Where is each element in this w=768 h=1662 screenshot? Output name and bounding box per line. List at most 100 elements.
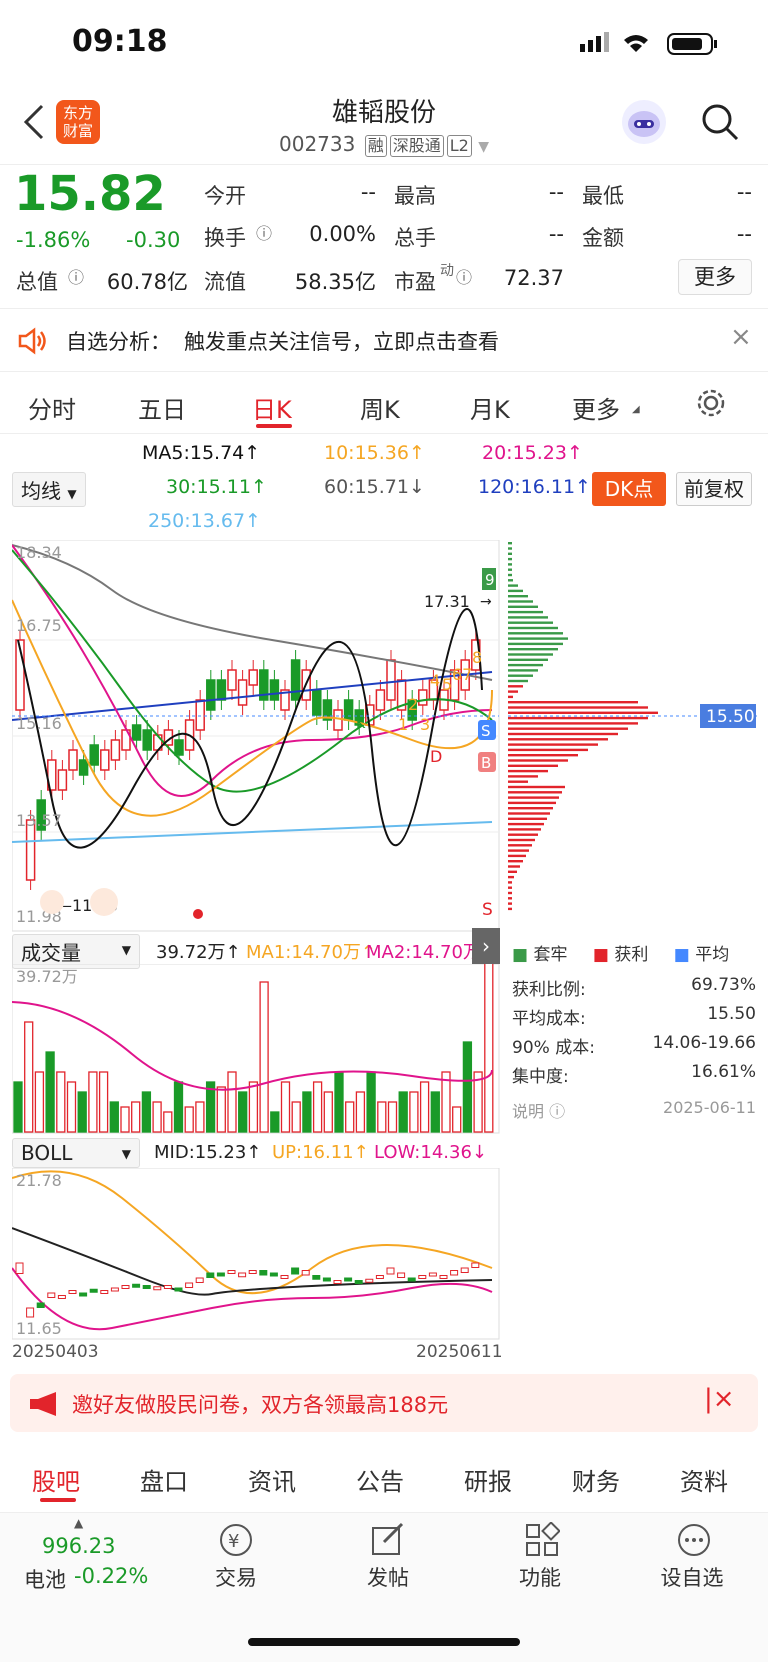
post-label[interactable]: 发帖 (338, 1562, 438, 1592)
replay-icon[interactable] (90, 888, 118, 916)
tag-l2: L2 (446, 135, 472, 157)
robot-assistant-icon[interactable] (622, 100, 666, 144)
status-time: 09:18 (72, 24, 168, 59)
mcap-value: 60.78亿 (106, 270, 188, 294)
turnover-label: 换手 (204, 226, 246, 250)
tab-finance[interactable]: 财务 (572, 1462, 620, 1497)
tab-more[interactable]: 更多 (572, 390, 620, 425)
chip-date: 2025-06-11 (663, 1098, 756, 1117)
ma10-label: 10:15.36↑ (324, 442, 425, 464)
cost90-label: 90% 成本: (512, 1038, 595, 1058)
tab-weekly-k[interactable]: 周K (360, 390, 400, 425)
peak-label: 17.31 (424, 592, 470, 611)
functions-label[interactable]: 功能 (490, 1562, 590, 1592)
cost-badge-value: 15.50 (706, 707, 755, 727)
trade-icon[interactable]: ¥ (218, 1522, 254, 1558)
boll-selector-label: BOLL (21, 1141, 73, 1165)
vol-ma1-label: MA1:14.70万↑ (246, 942, 376, 963)
float-value: 58.35亿 (294, 270, 376, 294)
chevron-right-icon[interactable]: › (472, 928, 500, 964)
chip-distribution: 15.50 (508, 542, 758, 911)
boll-chart: 21.78 11.65 (12, 1168, 500, 1340)
adjust-button[interactable]: 前复权 (676, 472, 752, 506)
date-start: 20250403 (12, 1342, 99, 1362)
index-change: -0.22% (74, 1564, 149, 1588)
tab-five-day[interactable]: 五日 (138, 390, 186, 425)
more-button[interactable]: 更多 (678, 259, 752, 295)
tab-daily-k[interactable]: 日K (252, 390, 292, 425)
chip-note[interactable]: 说明 ⓘ (512, 1098, 565, 1122)
concentration-value: 16.61% (691, 1062, 756, 1082)
marker-b: B (481, 754, 491, 772)
trade-label[interactable]: 交易 (186, 1562, 286, 1592)
ma30-label: 30:15.11↑ (166, 476, 267, 498)
amount-value: -- (736, 222, 752, 246)
boll-y-max: 21.78 (16, 1171, 62, 1190)
concentration-label: 集中度: (512, 1067, 569, 1087)
speaker-icon (18, 327, 46, 355)
info-icon[interactable]: ⓘ (256, 220, 272, 244)
marker-2: 2 (408, 695, 418, 714)
tab-orderbook[interactable]: 盘口 (140, 1462, 188, 1497)
kline-chart[interactable]: 9 8 67 4 5 2 1 3 D S B K S 17.31 → 18.34… (12, 540, 500, 932)
search-icon[interactable] (700, 102, 740, 146)
y-axis-max: 18.34 (16, 543, 62, 562)
index-name: 电池 (24, 1568, 66, 1592)
ma5-label: MA5:15.74↑ (142, 442, 261, 464)
index-value[interactable]: 996.23 (42, 1534, 115, 1558)
avg-cost-value: 15.50 (707, 1004, 756, 1024)
close-icon[interactable]: |× (704, 1384, 735, 1414)
ma-selector[interactable]: 均线 ▼ (12, 472, 86, 507)
grid-icon[interactable] (524, 1522, 560, 1558)
amount-label: 金额 (582, 226, 624, 250)
home-indicator (248, 1638, 520, 1646)
chevron-down-icon: ▼ (67, 487, 77, 501)
tag-connect: 深股通 (389, 135, 444, 157)
marker-s-bottom: S (482, 900, 493, 920)
y-axis-2: 16.75 (16, 616, 62, 635)
high-value: -- (548, 180, 564, 204)
add-watchlist-label[interactable]: 设自选 (642, 1562, 742, 1592)
info-icon[interactable]: ⓘ (456, 264, 472, 288)
notice-bar[interactable]: 自选分析： 触发重点关注信号，立即点击查看 × (0, 310, 768, 372)
more-dots-icon[interactable] (676, 1522, 712, 1558)
promo-banner[interactable]: 邀好友做股民问卷，双方各领最高188元 |× (10, 1374, 758, 1432)
open-value: -- (360, 180, 376, 204)
tab-announcements[interactable]: 公告 (356, 1462, 404, 1497)
chevron-down-icon: ▼ (121, 1147, 131, 1161)
info-tabs: 股吧 盘口 资讯 公告 研报 财务 资料 (0, 1444, 768, 1504)
cost90-value: 14.06-19.66 (652, 1033, 756, 1053)
boll-y-min: 11.65 (16, 1319, 62, 1338)
fast-rewind-icon[interactable] (40, 890, 64, 914)
tab-profile[interactable]: 资料 (680, 1462, 728, 1497)
gear-icon[interactable] (696, 388, 726, 418)
marker-s: S (481, 722, 491, 740)
chip-legend: ■ 套牢 ■ 获利 ■ 平均 (512, 945, 730, 965)
chip-note-label: 说明 (512, 1102, 545, 1121)
notice-label: 自选分析： (66, 330, 171, 354)
dk-point-button[interactable]: DK点 (592, 472, 666, 506)
pe-label: 市盈 (394, 270, 436, 294)
tag-margin: 融 (364, 135, 387, 157)
y-axis-4: 13.57 (16, 811, 62, 830)
info-icon[interactable]: ⓘ (68, 264, 84, 288)
marker-1: 1 (398, 715, 408, 734)
chevron-down-icon: ▼ (478, 139, 489, 155)
boll-selector[interactable]: BOLL ▼ (12, 1138, 140, 1168)
tab-monthly-k[interactable]: 月K (470, 390, 510, 425)
arrow-right-icon: → (480, 594, 492, 610)
change-value: -0.30 (126, 228, 181, 252)
close-icon[interactable]: × (730, 322, 752, 352)
event-dot[interactable] (193, 909, 203, 919)
marker-k: K (356, 716, 366, 732)
tab-intraday[interactable]: 分时 (28, 390, 76, 425)
edit-icon[interactable] (370, 1522, 406, 1558)
tab-news[interactable]: 资讯 (248, 1462, 296, 1497)
ma120-label: 120:16.11↑ (478, 476, 591, 498)
pe-sup: 动 (440, 263, 454, 279)
tab-research[interactable]: 研报 (464, 1462, 512, 1497)
tab-guba[interactable]: 股吧 (32, 1462, 80, 1497)
volume-chart: 39.72万 (12, 964, 500, 1134)
chevron-down-icon: ▼ (121, 943, 131, 957)
profit-ratio-value: 69.73% (691, 975, 756, 995)
